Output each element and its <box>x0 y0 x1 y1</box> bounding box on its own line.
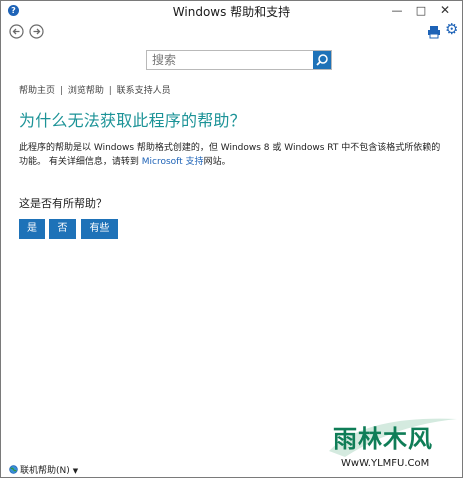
forward-button[interactable] <box>29 24 44 39</box>
article-body: 此程序的帮助是以 Windows 帮助格式创建的，但 Windows 8 或 W… <box>19 141 449 169</box>
title-bar[interactable]: ? Windows 帮助和支持 — □ ✕ <box>1 1 462 20</box>
breadcrumb-contact-link[interactable]: 联系支持人员 <box>117 86 171 96</box>
breadcrumb-separator: | <box>59 86 63 96</box>
printer-icon <box>428 26 440 39</box>
breadcrumb: 帮助主页 | 浏览帮助 | 联系支持人员 <box>19 83 171 96</box>
search-icon <box>316 54 328 66</box>
gear-icon: ⚙ <box>445 20 459 38</box>
watermark-url: WwW.YLMFU.CoM <box>341 458 430 469</box>
close-button[interactable]: ✕ <box>433 2 457 19</box>
back-arrow-icon <box>9 24 24 39</box>
dropdown-caret-icon: ▼ <box>72 467 79 475</box>
settings-button[interactable]: ⚙ <box>445 22 460 37</box>
online-help-label: 联机帮助(N) <box>20 466 70 476</box>
yes-button[interactable]: 是 <box>19 219 45 239</box>
no-button[interactable]: 否 <box>49 219 76 239</box>
print-button[interactable] <box>427 24 441 39</box>
article-body-text-end: 网站。 <box>203 157 231 167</box>
feedback-question: 这是否有所帮助？ <box>19 197 107 210</box>
breadcrumb-browse-link[interactable]: 浏览帮助 <box>68 86 104 96</box>
watermark-text: 雨林木风 <box>333 425 433 453</box>
page-title: 为什么无法获取此程序的帮助？ <box>19 111 246 130</box>
microsoft-support-link[interactable]: Microsoft 支持 <box>142 157 204 167</box>
globe-icon <box>9 465 18 474</box>
search-input[interactable] <box>147 51 312 69</box>
minimize-button[interactable]: — <box>385 2 409 19</box>
help-window: ? Windows 帮助和支持 — □ ✕ ⚙ 搜索 帮助主页 | 浏览帮助 |… <box>0 0 463 478</box>
back-button[interactable] <box>9 24 24 39</box>
search-box <box>146 50 332 70</box>
online-help-menu[interactable]: 联机帮助(N) ▼ <box>9 463 78 476</box>
maximize-button[interactable]: □ <box>409 2 433 19</box>
forward-arrow-icon <box>29 24 44 39</box>
breadcrumb-home-link[interactable]: 帮助主页 <box>19 86 55 96</box>
search-button[interactable] <box>313 51 331 69</box>
watermark-logo: 雨林木风 WwW.YLMFU.CoM <box>325 411 461 475</box>
somewhat-button[interactable]: 有些 <box>81 219 118 239</box>
breadcrumb-separator: | <box>108 86 112 96</box>
